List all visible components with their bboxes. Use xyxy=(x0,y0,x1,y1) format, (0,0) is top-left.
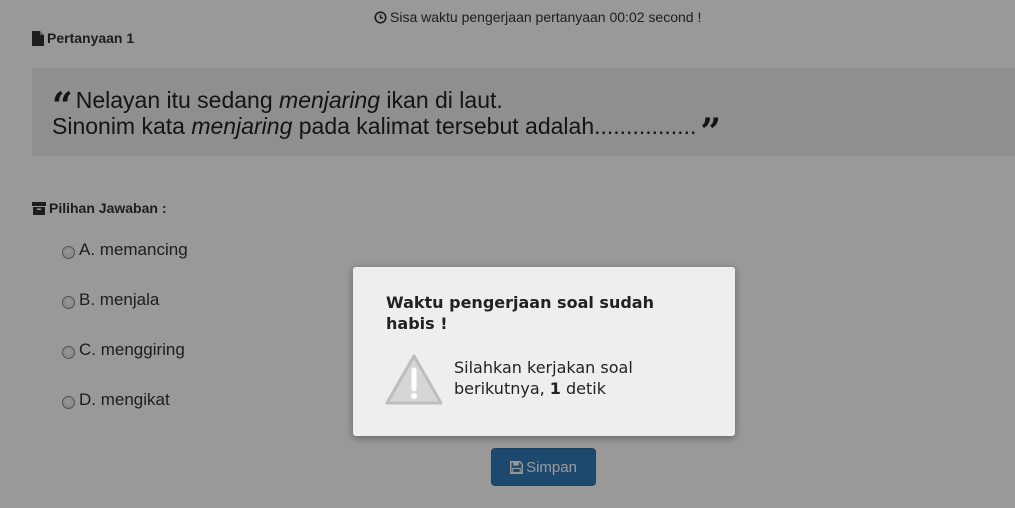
dialog-title: Waktu pengerjaan soal sudah habis ! xyxy=(386,293,654,333)
timeout-dialog: Waktu pengerjaan soal sudah habis ! Sila… xyxy=(353,267,735,436)
warning-icon xyxy=(385,354,443,405)
seconds-remaining: 1 xyxy=(549,379,561,398)
dialog-message: Silahkan kerjakan soal berikutnya, 1 det… xyxy=(454,358,633,398)
